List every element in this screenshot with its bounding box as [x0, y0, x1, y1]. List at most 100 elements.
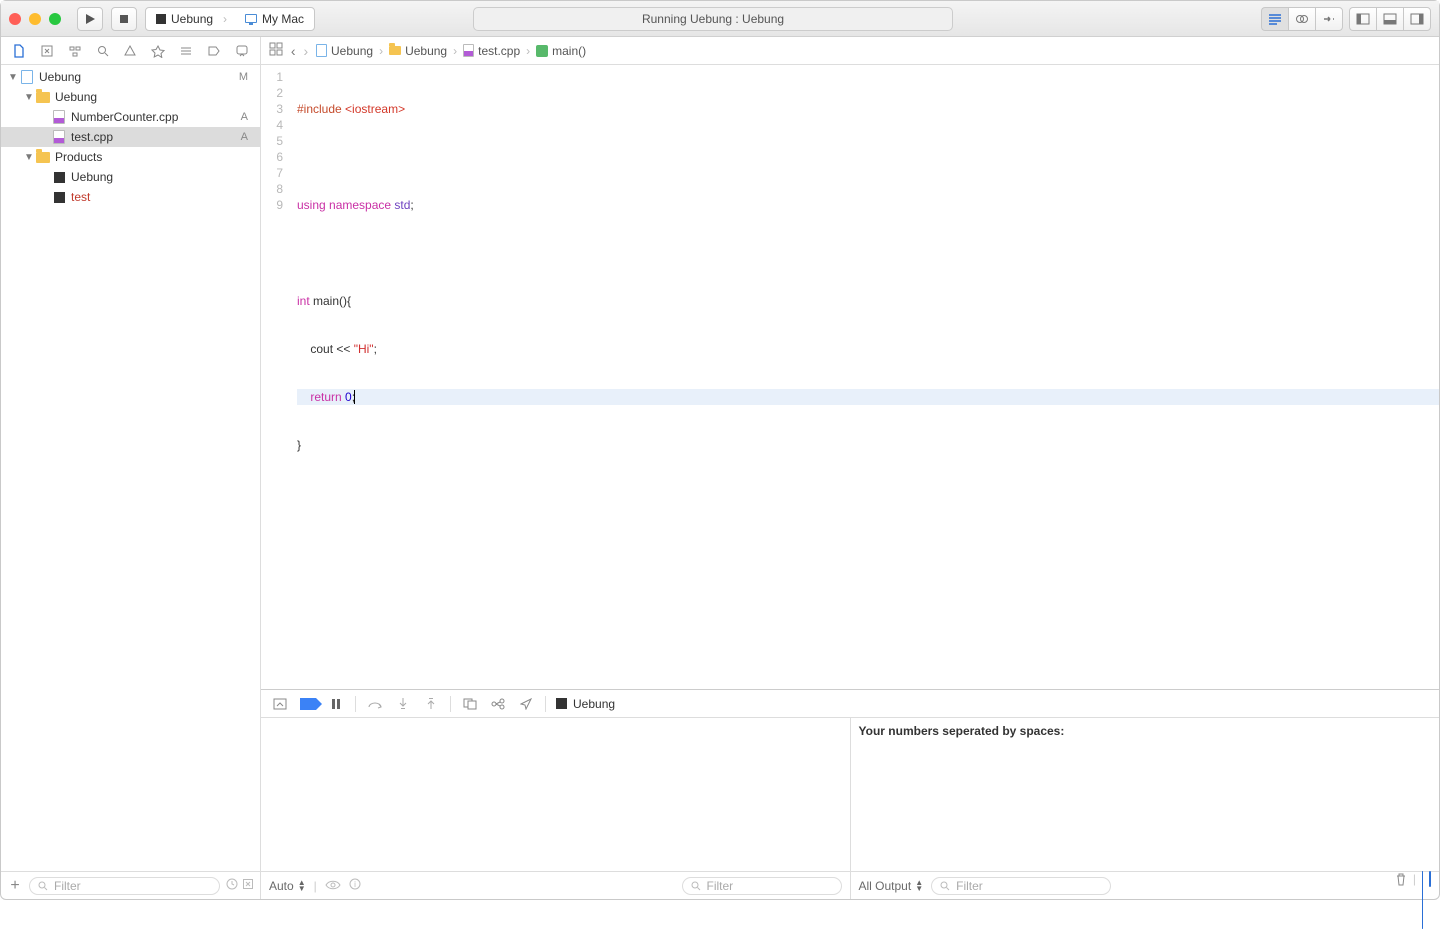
disclosure-triangle-icon[interactable]: ▼ [23, 92, 35, 103]
toggle-debug-area-button[interactable] [1376, 7, 1403, 31]
jump-bar[interactable]: ‹ › Uebung › Uebung › test.cpp › main() [261, 37, 1439, 65]
device-icon [245, 14, 257, 23]
variables-scope-selector[interactable]: Auto ▲▼ [269, 879, 306, 893]
navigator-selector [1, 37, 260, 65]
toggle-navigator-button[interactable] [1349, 7, 1376, 31]
line-number: 7 [261, 165, 283, 181]
step-over-button[interactable] [366, 695, 384, 713]
code-token [297, 342, 310, 356]
scm-status-badge: A [241, 131, 252, 143]
back-button[interactable]: ‹ [287, 43, 299, 59]
step-out-button[interactable] [422, 695, 440, 713]
navigator-filter-field[interactable]: Filter [29, 877, 220, 895]
code-token: std [391, 198, 410, 212]
jump-segment[interactable]: Uebung [316, 44, 373, 58]
console-line: Your numbers seperated by spaces: [859, 724, 1065, 738]
hide-debug-area-button[interactable] [271, 695, 289, 713]
standard-editor-button[interactable] [1261, 7, 1288, 31]
source-control-navigator-icon[interactable] [37, 41, 57, 61]
report-navigator-icon[interactable] [232, 41, 252, 61]
product-row[interactable]: test [1, 187, 260, 207]
jump-segment[interactable]: main() [536, 44, 586, 58]
project-navigator-icon[interactable] [9, 41, 29, 61]
related-items-icon[interactable] [269, 42, 283, 59]
project-root-row[interactable]: ▼ Uebung M [1, 67, 260, 87]
line-gutter[interactable]: 1 2 3 4 5 6 7 8 9 [261, 65, 291, 689]
run-button[interactable] [77, 7, 103, 31]
clear-console-button[interactable] [1395, 872, 1407, 900]
jump-segment[interactable]: test.cpp [463, 44, 520, 58]
console-output-mode-selector[interactable]: All Output ▲▼ [859, 879, 924, 893]
line-number: 1 [261, 69, 283, 85]
quicklook-icon[interactable] [325, 879, 341, 893]
debug-view-hierarchy-button[interactable] [461, 695, 479, 713]
product-row[interactable]: Uebung [1, 167, 260, 187]
file-name-label: test.cpp [71, 130, 241, 144]
code-token: main(){ [313, 294, 351, 308]
jump-segment[interactable]: Uebung [389, 44, 447, 58]
add-button[interactable]: + [7, 877, 23, 895]
recent-filter-icon[interactable] [226, 878, 238, 893]
print-description-icon[interactable]: i [349, 878, 361, 893]
source-editor[interactable]: 1 2 3 4 5 6 7 8 9 #include <iostream> us… [261, 65, 1439, 689]
close-window-button[interactable] [9, 13, 21, 25]
console-view[interactable]: Your numbers seperated by spaces: All Ou… [851, 718, 1440, 899]
chevron-right-icon: › [377, 44, 385, 58]
cpp-file-icon [53, 130, 65, 144]
debug-navigator-icon[interactable] [176, 41, 196, 61]
scope-label: Auto [269, 879, 294, 893]
simulate-location-button[interactable] [517, 695, 535, 713]
activity-status-text: Running Uebung : Uebung [642, 12, 784, 26]
jump-segment-label: test.cpp [478, 44, 520, 58]
minimize-window-button[interactable] [29, 13, 41, 25]
window-controls [9, 13, 61, 25]
show-console-pane-button[interactable] [1429, 872, 1431, 900]
code-token: using namespace [297, 198, 391, 212]
pause-button[interactable] [327, 695, 345, 713]
project-tree[interactable]: ▼ Uebung M ▼ Uebung NumberCounter.cpp A … [1, 65, 260, 871]
breakpoint-navigator-icon[interactable] [204, 41, 224, 61]
console-filter-field[interactable]: Filter [931, 877, 1111, 895]
code-token: ; [374, 342, 377, 356]
debug-memory-graph-button[interactable] [489, 695, 507, 713]
disclosure-triangle-icon[interactable]: ▼ [23, 152, 35, 163]
console-output[interactable]: Your numbers seperated by spaces: [851, 718, 1440, 871]
jump-segment-label: Uebung [405, 44, 447, 58]
svg-text:i: i [354, 880, 356, 889]
scheme-selector[interactable]: Uebung › My Mac [145, 7, 315, 31]
version-editor-button[interactable] [1315, 7, 1343, 31]
products-group-row[interactable]: ▼ Products [1, 147, 260, 167]
filter-placeholder: Filter [707, 879, 734, 893]
function-icon [536, 45, 548, 57]
source-text[interactable]: #include <iostream> using namespace std;… [291, 65, 1439, 689]
process-selector[interactable]: Uebung [556, 695, 615, 713]
step-into-button[interactable] [394, 695, 412, 713]
zoom-window-button[interactable] [49, 13, 61, 25]
issue-navigator-icon[interactable] [120, 41, 140, 61]
variables-filter-field[interactable]: Filter [682, 877, 842, 895]
test-navigator-icon[interactable] [148, 41, 168, 61]
scm-filter-icon[interactable] [242, 878, 254, 893]
xcode-project-icon [21, 70, 33, 84]
file-name-label: NumberCounter.cpp [71, 110, 241, 124]
assistant-editor-button[interactable] [1288, 7, 1315, 31]
scheme-target-label: Uebung [171, 12, 213, 26]
show-variables-pane-button[interactable] [1422, 872, 1423, 900]
product-name-label: Uebung [71, 170, 252, 184]
console-footer: All Output ▲▼ Filter | [851, 871, 1440, 899]
file-row[interactable]: test.cpp A [1, 127, 260, 147]
breakpoints-toggle[interactable] [299, 695, 317, 713]
code-token: } [297, 438, 301, 452]
separator [355, 696, 356, 712]
disclosure-triangle-icon[interactable]: ▼ [7, 72, 19, 83]
stop-button[interactable] [111, 7, 137, 31]
updown-icon: ▲▼ [298, 880, 306, 892]
group-row[interactable]: ▼ Uebung [1, 87, 260, 107]
find-navigator-icon[interactable] [93, 41, 113, 61]
toggle-utilities-button[interactable] [1403, 7, 1431, 31]
file-row[interactable]: NumberCounter.cpp A [1, 107, 260, 127]
forward-button[interactable]: › [303, 43, 312, 59]
variables-view[interactable]: Auto ▲▼ | i Filter [261, 718, 851, 899]
process-label: Uebung [573, 697, 615, 711]
symbol-navigator-icon[interactable] [65, 41, 85, 61]
